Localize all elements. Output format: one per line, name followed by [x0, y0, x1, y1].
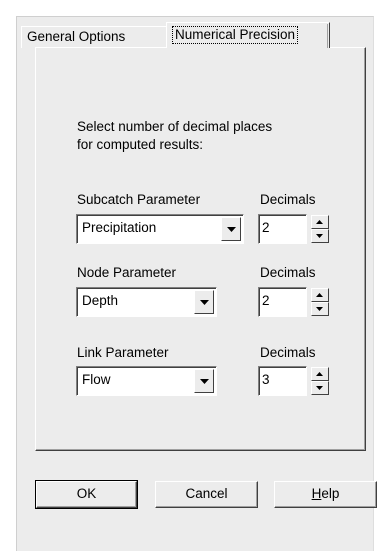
tab-general-options-label: General Options: [27, 29, 126, 44]
subcatch-decimals-label: Decimals: [260, 192, 316, 207]
subcatch-decimals-value: 2: [262, 220, 270, 235]
tab-numerical-precision-label: Numerical Precision: [172, 26, 299, 44]
arrow-up-icon: [316, 372, 323, 376]
link-decimals-down-button[interactable]: [311, 381, 329, 395]
subcatch-parameter-label: Subcatch Parameter: [77, 192, 201, 207]
ok-button[interactable]: OK: [35, 480, 138, 509]
node-parameter-label: Node Parameter: [77, 265, 177, 280]
arrow-down-icon: [316, 234, 323, 238]
link-decimals-field[interactable]: 3: [258, 366, 307, 396]
node-dropdown-button[interactable]: [194, 290, 214, 314]
node-decimals-down-button[interactable]: [311, 302, 329, 316]
chevron-down-icon: [227, 227, 236, 232]
node-decimals-value: 2: [262, 293, 270, 308]
chevron-down-icon: [200, 300, 209, 305]
node-decimals-field[interactable]: 2: [258, 287, 307, 317]
link-decimals-up-button[interactable]: [311, 367, 329, 381]
help-mnemonic: H: [311, 486, 322, 501]
arrow-up-icon: [316, 220, 323, 224]
node-decimals-up-button[interactable]: [311, 288, 329, 302]
subcatch-decimals-up-button[interactable]: [311, 215, 329, 229]
help-label-rest: elp: [321, 486, 340, 501]
subcatch-dropdown-button[interactable]: [221, 217, 241, 241]
instruction-line-1: Select number of decimal places: [77, 119, 273, 134]
subcatch-decimals-spinner[interactable]: [311, 215, 329, 243]
cancel-button[interactable]: Cancel: [155, 481, 258, 508]
help-button[interactable]: Help: [274, 481, 377, 508]
arrow-down-icon: [316, 307, 323, 311]
node-parameter-value: Depth: [82, 293, 119, 308]
arrow-up-icon: [316, 293, 323, 297]
link-parameter-value: Flow: [82, 372, 111, 387]
instruction-line-2: for computed results:: [77, 137, 204, 152]
link-parameter-label: Link Parameter: [77, 345, 169, 360]
node-parameter-select[interactable]: Depth: [76, 287, 217, 317]
link-decimals-value: 3: [262, 372, 270, 387]
link-decimals-label: Decimals: [260, 345, 316, 360]
tab-general-options[interactable]: General Options: [21, 26, 167, 48]
subcatch-decimals-field[interactable]: 2: [258, 214, 307, 244]
node-decimals-label: Decimals: [260, 265, 316, 280]
subcatch-parameter-select[interactable]: Precipitation: [76, 214, 244, 244]
link-parameter-select[interactable]: Flow: [76, 366, 217, 396]
link-decimals-spinner[interactable]: [311, 367, 329, 395]
link-dropdown-button[interactable]: [194, 369, 214, 393]
subcatch-parameter-value: Precipitation: [82, 220, 157, 235]
subcatch-decimals-down-button[interactable]: [311, 229, 329, 243]
chevron-down-icon: [200, 379, 209, 384]
arrow-down-icon: [316, 386, 323, 390]
tab-numerical-precision[interactable]: Numerical Precision: [166, 22, 330, 48]
node-decimals-spinner[interactable]: [311, 288, 329, 316]
